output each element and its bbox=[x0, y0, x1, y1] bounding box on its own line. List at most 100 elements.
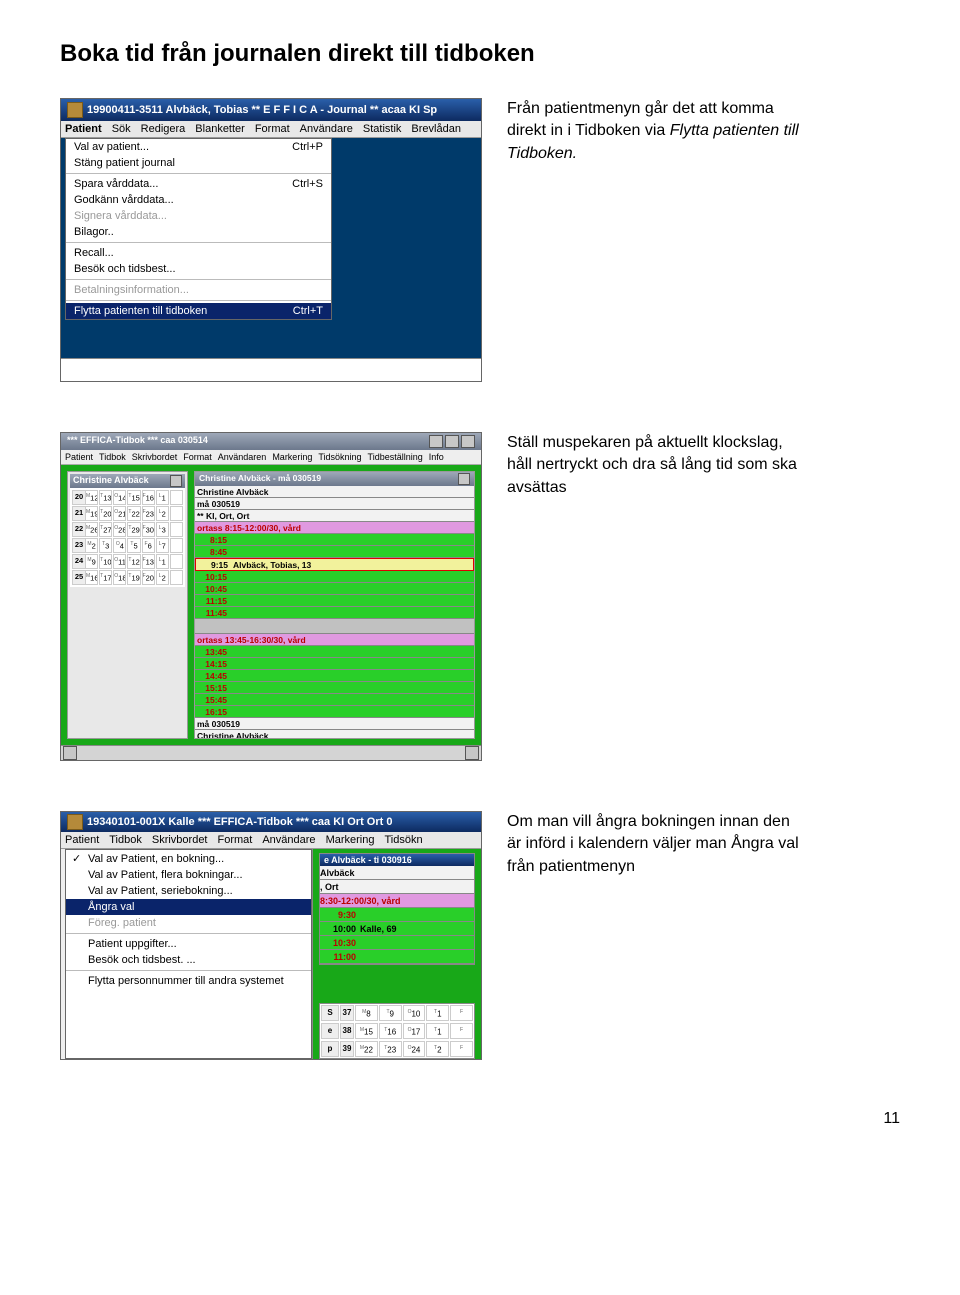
schedule-header: Christine Alvbäck - må 030519 bbox=[199, 473, 321, 485]
schedule-info-line: må 030519 bbox=[195, 498, 474, 510]
menu-skrivbordet[interactable]: Skrivbordet bbox=[132, 452, 178, 462]
time-slot[interactable]: 9:15Alvbäck, Tobias, 13 bbox=[195, 558, 474, 571]
menu-patient[interactable]: Patient bbox=[65, 834, 99, 846]
window-titlebar: 19340101-001X Kalle *** EFFICA-Tidbok **… bbox=[61, 812, 481, 832]
menu-tidbok[interactable]: Tidbok bbox=[109, 834, 142, 846]
menu-användare[interactable]: Användare bbox=[300, 123, 353, 135]
caption-1: Från patientmenyn går det att komma dire… bbox=[507, 98, 807, 165]
caption-3: Om man vill ångra bokningen innan den är… bbox=[507, 811, 807, 878]
week-calendar-strip[interactable]: S37M8T9O10T1Fe38M15T16O17T1Fp39M22T23O24… bbox=[319, 1003, 475, 1059]
menubar[interactable]: Patient Tidbok Skrivbordet Format Användaren… bbox=[61, 450, 481, 465]
menu-tidsökn[interactable]: Tidsökn bbox=[384, 834, 422, 846]
window-titlebar: *** EFFICA-Tidbok *** caa 030514 bbox=[61, 433, 481, 450]
menu-format[interactable]: Format bbox=[183, 452, 212, 462]
menu-markering[interactable]: Markering bbox=[272, 452, 312, 462]
caption-2: Ställ muspekaren på aktuellt klockslag, … bbox=[507, 432, 807, 499]
time-slot[interactable]: 16:15 bbox=[195, 706, 474, 718]
menu-item[interactable]: Stäng patient journal bbox=[66, 155, 331, 171]
time-slot[interactable]: 10:15 bbox=[195, 571, 474, 583]
menu-item[interactable]: Flytta personnummer till andra systemet bbox=[66, 973, 311, 989]
menu-tidbok[interactable]: Tidbok bbox=[99, 452, 126, 462]
menu-användaren[interactable]: Användaren bbox=[218, 452, 267, 462]
time-slot[interactable]: 15:45 bbox=[195, 694, 474, 706]
menu-patient[interactable]: Patient bbox=[65, 452, 93, 462]
screenshot-patient-menu: 19900411-3511 Alvbäck, Tobias ** E F F I… bbox=[60, 98, 482, 382]
close-icon[interactable] bbox=[170, 475, 182, 487]
patient-dropdown[interactable]: ✓Val av Patient, en bokning...Val av Pat… bbox=[65, 849, 312, 1059]
menu-patient[interactable]: Patient bbox=[65, 123, 102, 135]
window-title: 19900411-3511 Alvbäck, Tobias ** E F F I… bbox=[87, 104, 437, 116]
screenshot-undo-menu: 19340101-001X Kalle *** EFFICA-Tidbok **… bbox=[60, 811, 482, 1060]
time-slot[interactable]: 9:30 bbox=[320, 908, 474, 922]
menu-format[interactable]: Format bbox=[218, 834, 253, 846]
time-slot[interactable]: 14:45 bbox=[195, 670, 474, 682]
horizontal-scrollbar[interactable] bbox=[61, 745, 481, 760]
menu-blanketter[interactable]: Blanketter bbox=[195, 123, 245, 135]
app-icon bbox=[67, 814, 83, 830]
menu-item[interactable]: Patient uppgifter... bbox=[66, 936, 311, 952]
schedule-panel[interactable]: Christine Alvbäck - må 030519 Christine … bbox=[194, 471, 475, 739]
sheet-header: e Alvbäck - ti 030916 bbox=[320, 854, 474, 866]
menubar[interactable]: Patient Sök Redigera Blanketter Format Använd… bbox=[61, 121, 481, 138]
calendar-owner: Christine Alvbäck bbox=[73, 475, 149, 487]
close-icon[interactable] bbox=[458, 473, 470, 485]
menu-item[interactable]: Val av Patient, seriebokning... bbox=[66, 883, 311, 899]
menubar[interactable]: Patient Tidbok Skrivbordet Format Användare M… bbox=[61, 832, 481, 849]
time-slot[interactable]: 15:15 bbox=[195, 682, 474, 694]
menu-item[interactable]: Ångra val bbox=[66, 899, 311, 915]
menu-item: Föreg. patient bbox=[66, 915, 311, 931]
menu-sök[interactable]: Sök bbox=[112, 123, 131, 135]
patient-dropdown[interactable]: Val av patient...Ctrl+PStäng patient jou… bbox=[65, 138, 332, 320]
menu-item[interactable]: Spara vårddata...Ctrl+S bbox=[66, 176, 331, 192]
menu-statistik[interactable]: Statistik bbox=[363, 123, 402, 135]
menu-tidsökning[interactable]: Tidsökning bbox=[318, 452, 361, 462]
app-icon bbox=[67, 102, 83, 118]
time-slot[interactable]: 8:15 bbox=[195, 534, 474, 546]
window-controls[interactable] bbox=[429, 435, 475, 448]
menu-item[interactable]: Flytta patienten till tidbokenCtrl+T bbox=[66, 303, 331, 319]
menu-item[interactable]: Besök och tidsbest. ... bbox=[66, 952, 311, 968]
schedule-info-line: Christine Alvbäck bbox=[195, 486, 474, 498]
time-slot[interactable]: 10:30 bbox=[320, 936, 474, 950]
time-slot[interactable]: 11:00 bbox=[320, 950, 474, 964]
menu-info[interactable]: Info bbox=[429, 452, 444, 462]
menu-format[interactable]: Format bbox=[255, 123, 290, 135]
menu-tidbeställning[interactable]: Tidbeställning bbox=[368, 452, 423, 462]
time-slot[interactable]: 10:45 bbox=[195, 583, 474, 595]
menu-item[interactable]: Bilagor.. bbox=[66, 224, 331, 240]
schedule-area: e Alvbäck - ti 030916 Alvbäck , Ort 8:30… bbox=[312, 849, 481, 1059]
menu-item: Signera vårddata... bbox=[66, 208, 331, 224]
menu-item[interactable]: Val av Patient, flera bokningar... bbox=[66, 867, 311, 883]
menu-item[interactable]: ✓Val av Patient, en bokning... bbox=[66, 850, 311, 867]
time-slot[interactable]: 10:00Kalle, 69 bbox=[320, 922, 474, 936]
schedule-info-line: ** KI, Ort, Ort bbox=[195, 510, 474, 522]
content-area-blank bbox=[61, 358, 481, 381]
menu-användare[interactable]: Användare bbox=[262, 834, 315, 846]
page-number: 11 bbox=[60, 1110, 900, 1128]
window-titlebar: 19900411-3511 Alvbäck, Tobias ** E F F I… bbox=[61, 99, 481, 121]
window-title: *** EFFICA-Tidbok *** caa 030514 bbox=[67, 435, 208, 448]
menu-redigera[interactable]: Redigera bbox=[141, 123, 186, 135]
mini-calendar-panel[interactable]: Christine Alvbäck 20M12T13O14T15F16L121M… bbox=[67, 471, 188, 739]
time-slot[interactable]: 13:45 bbox=[195, 646, 474, 658]
page-heading: Boka tid från journalen direkt till tidb… bbox=[60, 40, 900, 68]
time-slot[interactable]: 11:45 bbox=[195, 607, 474, 619]
time-slot[interactable]: 11:15 bbox=[195, 595, 474, 607]
day-sheet[interactable]: e Alvbäck - ti 030916 Alvbäck , Ort 8:30… bbox=[319, 853, 475, 965]
time-slot[interactable]: 14:15 bbox=[195, 658, 474, 670]
window-title: 19340101-001X Kalle *** EFFICA-Tidbok **… bbox=[87, 816, 392, 828]
menu-item[interactable]: Godkänn vårddata... bbox=[66, 192, 331, 208]
menu-brevlådan[interactable]: Brevlådan bbox=[411, 123, 461, 135]
menu-markering[interactable]: Markering bbox=[326, 834, 375, 846]
scroll-right-icon[interactable] bbox=[465, 746, 479, 760]
scroll-left-icon[interactable] bbox=[63, 746, 77, 760]
menu-item[interactable]: Val av patient...Ctrl+P bbox=[66, 139, 331, 155]
menu-item[interactable]: Besök och tidsbest... bbox=[66, 261, 331, 277]
block-header: ortass 8:15-12:00/30, vård bbox=[195, 522, 474, 534]
menu-item[interactable]: Recall... bbox=[66, 245, 331, 261]
time-slot[interactable]: 8:45 bbox=[195, 546, 474, 558]
menu-item: Betalningsinformation... bbox=[66, 282, 331, 298]
calendar-grid[interactable]: 20M12T13O14T15F16L121M19T20O21T22F23L222… bbox=[70, 488, 185, 587]
menu-skrivbordet[interactable]: Skrivbordet bbox=[152, 834, 208, 846]
block-header: ortass 13:45-16:30/30, vård bbox=[195, 634, 474, 646]
